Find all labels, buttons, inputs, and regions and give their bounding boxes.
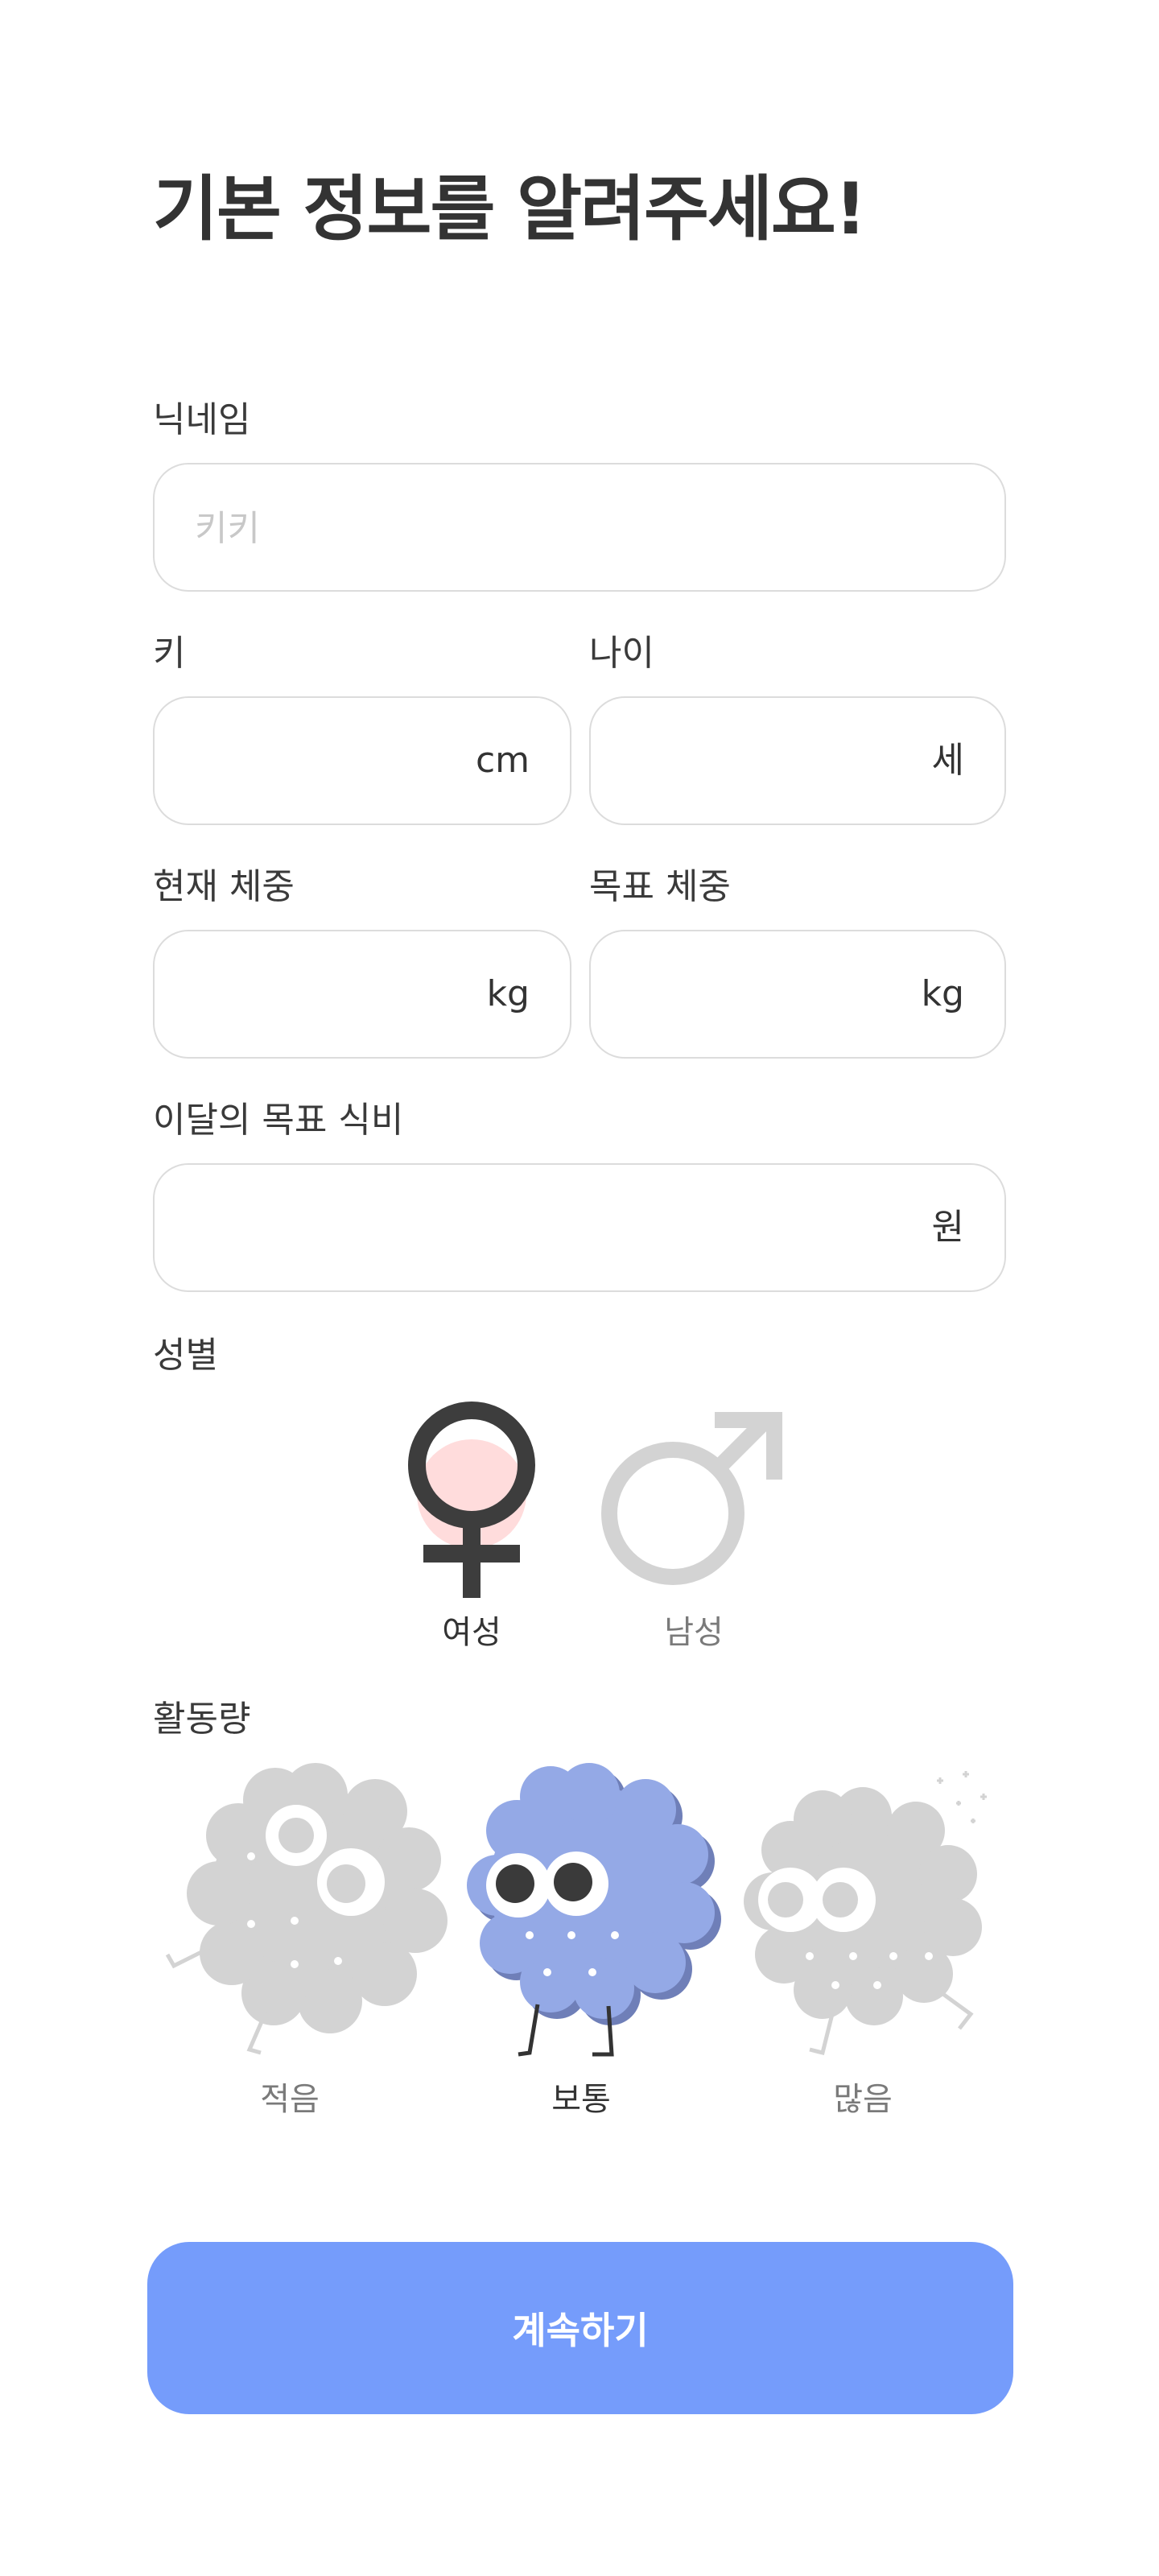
activity-option-normal[interactable]: 보통 <box>451 1763 724 2133</box>
current-weight-input[interactable] <box>193 931 451 1059</box>
nickname-field[interactable] <box>153 463 1006 592</box>
current-weight-unit: kg <box>486 973 530 1014</box>
target-weight-input[interactable] <box>629 931 885 1059</box>
age-label: 나이 <box>589 633 654 674</box>
age-input[interactable] <box>629 698 885 825</box>
target-weight-unit: kg <box>921 973 964 1014</box>
target-weight-label: 목표 체중 <box>589 866 731 907</box>
monthly-budget-unit: 원 <box>931 1207 964 1248</box>
activity-option-high[interactable]: 많음 <box>732 1763 1006 2133</box>
activity-high-label: 많음 <box>833 2081 893 2118</box>
nickname-label: 닉네임 <box>153 399 251 440</box>
continue-button[interactable]: 계속하기 <box>147 2242 1013 2414</box>
gender-label: 성별 <box>153 1335 218 1376</box>
nickname-input[interactable] <box>193 464 885 592</box>
gender-male-label: 남성 <box>664 1614 724 1651</box>
monthly-budget-input[interactable] <box>193 1165 885 1292</box>
height-unit: cm <box>475 740 530 781</box>
fluffy-character-running-icon <box>744 1771 987 2056</box>
fluffy-character-walking-icon <box>467 1763 721 2057</box>
gender-option-male[interactable]: 남성 <box>596 1393 789 1658</box>
current-weight-label: 현재 체중 <box>153 866 295 907</box>
age-unit: 세 <box>931 740 964 781</box>
gender-option-female[interactable]: 여성 <box>378 1393 571 1658</box>
monthly-budget-label: 이달의 목표 식비 <box>153 1100 404 1141</box>
height-input[interactable] <box>193 698 451 825</box>
monthly-budget-field[interactable]: 원 <box>153 1163 1006 1292</box>
female-symbol-icon <box>408 1402 535 1598</box>
activity-low-label: 적음 <box>260 2081 320 2118</box>
activity-label: 활동량 <box>153 1699 251 1740</box>
age-field[interactable]: 세 <box>589 696 1006 825</box>
target-weight-field[interactable]: kg <box>589 930 1006 1059</box>
page-title: 기본 정보를 알려주세요! <box>153 167 867 250</box>
activity-option-low[interactable]: 적음 <box>161 1763 451 2133</box>
fluffy-character-lazy-icon <box>165 1763 448 2055</box>
height-label: 키 <box>153 633 186 674</box>
activity-normal-label: 보통 <box>551 2081 611 2118</box>
gender-female-label: 여성 <box>442 1614 501 1651</box>
current-weight-field[interactable]: kg <box>153 930 571 1059</box>
male-symbol-icon <box>601 1412 782 1585</box>
height-field[interactable]: cm <box>153 696 571 825</box>
